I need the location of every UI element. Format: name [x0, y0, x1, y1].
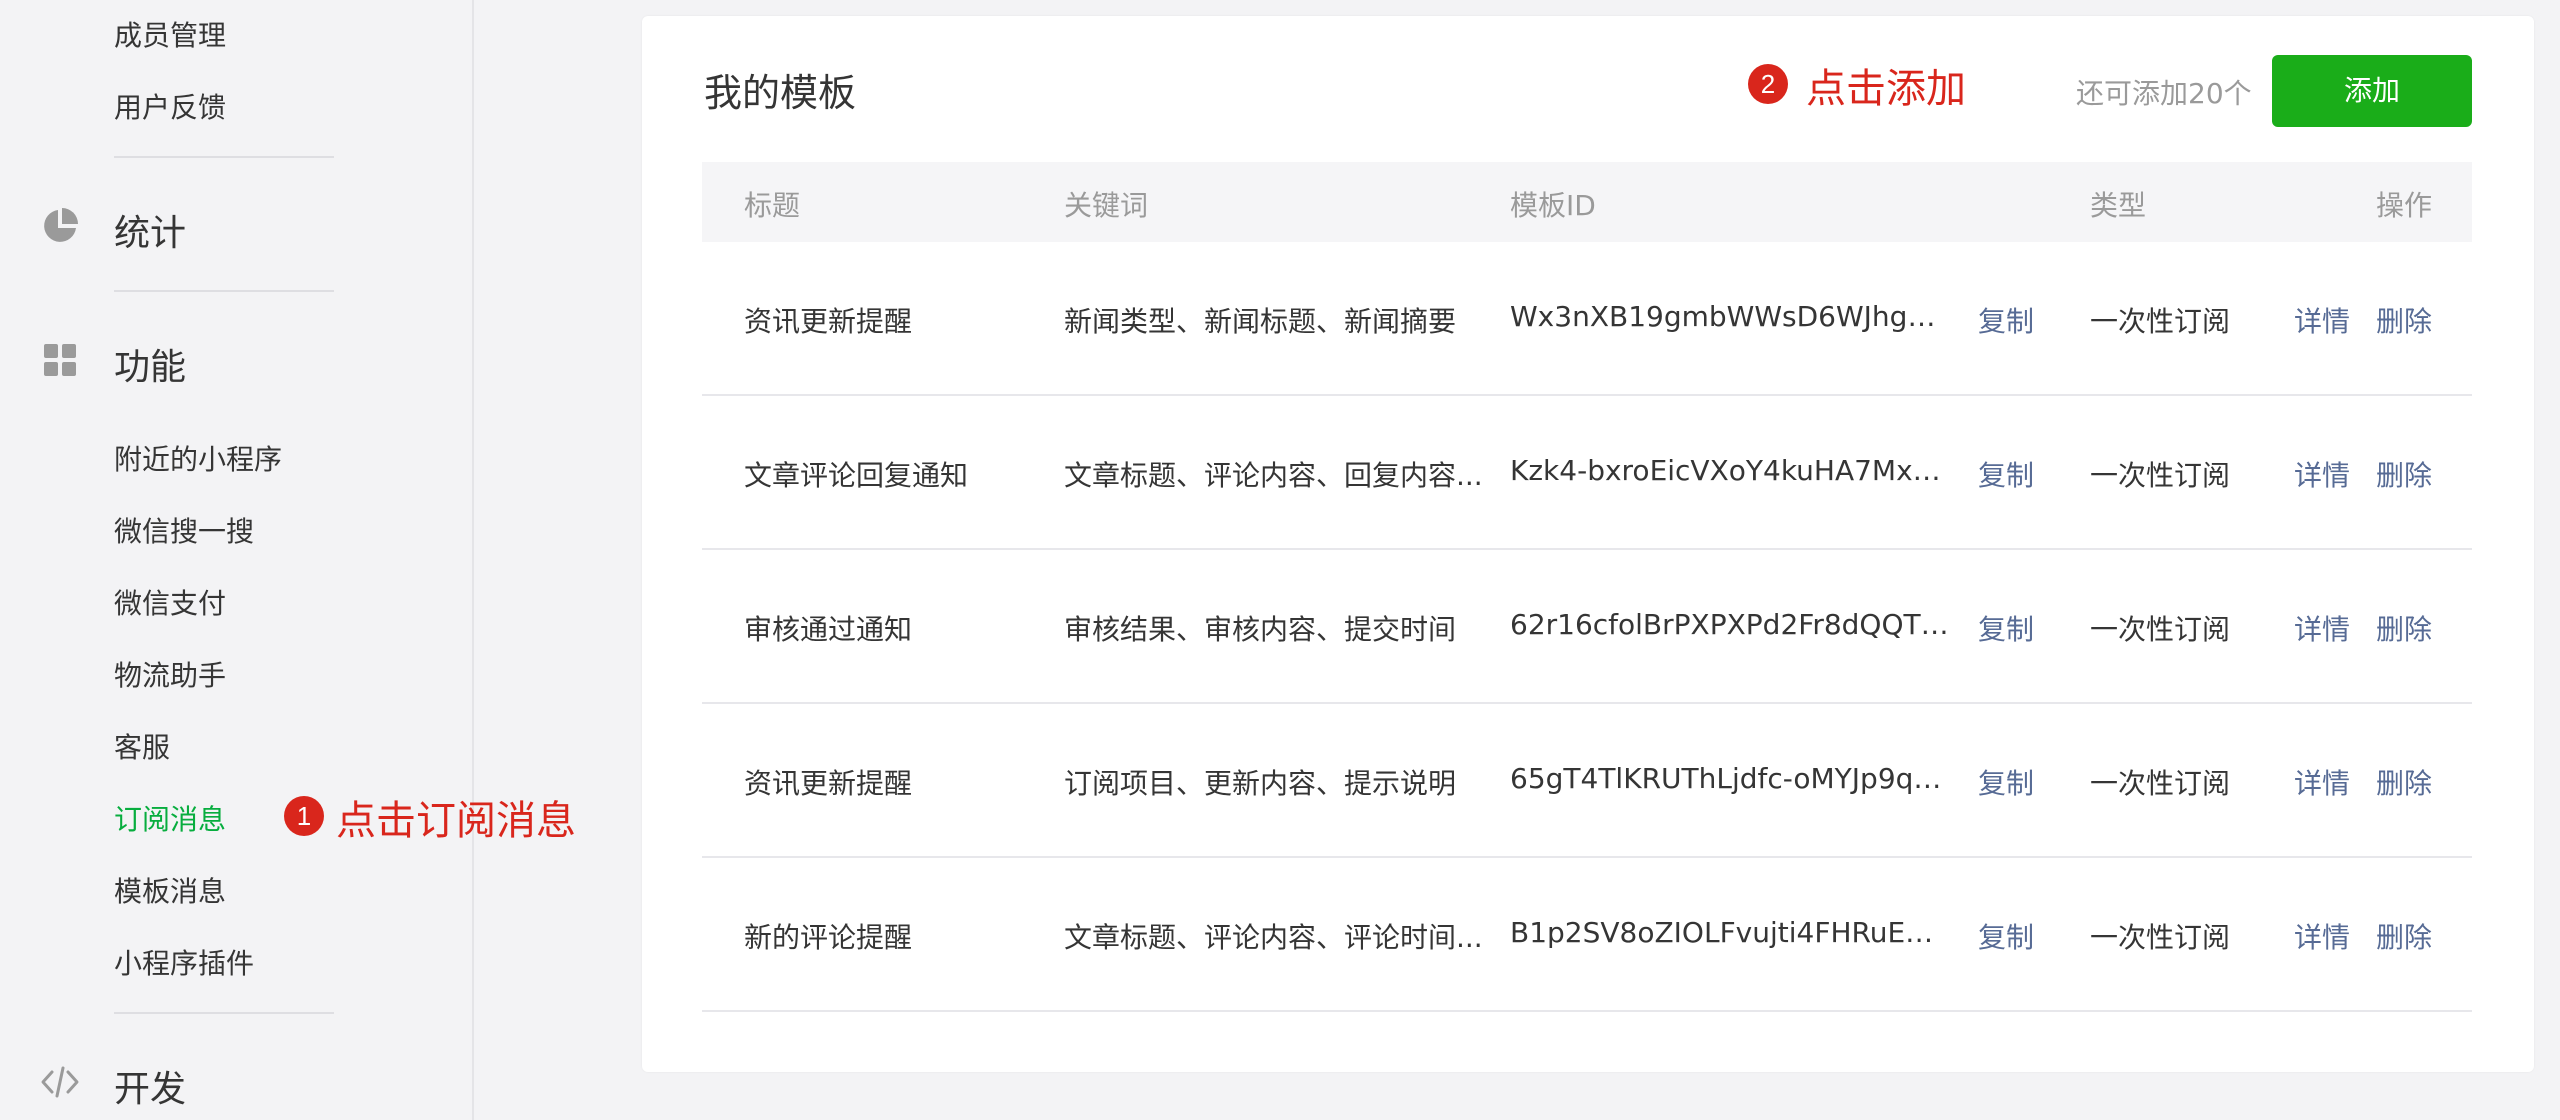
sidebar-group-stats[interactable]: 统计 — [0, 196, 470, 256]
annotation-step-1-text: 点击订阅消息 — [336, 798, 576, 844]
table-row: 新的评论提醒 文章标题、评论内容、评论时间... B1p2SV8oZIOLFvu… — [702, 858, 2472, 1012]
cell-type: 一次性订阅 — [2090, 459, 2231, 492]
cell-keywords: 新闻类型、新闻标题、新闻摘要 — [1064, 305, 1457, 338]
cell-type: 一次性订阅 — [2090, 767, 2231, 800]
sidebar-item-customer-service[interactable]: 客服 — [114, 726, 170, 766]
add-button[interactable]: 添加 — [2272, 55, 2472, 127]
quota-text: 还可添加20个 — [2076, 77, 2252, 110]
cell-keywords: 审核结果、审核内容、提交时间 — [1064, 613, 1457, 646]
cell-type: 一次性订阅 — [2090, 921, 2231, 954]
sidebar-item-feedback[interactable]: 用户反馈 — [114, 86, 226, 126]
pie-chart-icon — [44, 208, 78, 242]
column-header-title: 标题 — [744, 189, 801, 222]
cell-template-id: Wx3nXB19gmbWWsD6WJhgG-... — [1510, 300, 1950, 333]
copy-link[interactable]: 复制 — [1978, 916, 2034, 956]
sidebar-group-dev[interactable]: 开发 — [0, 1052, 470, 1112]
delete-link[interactable]: 删除 — [2376, 300, 2432, 340]
delete-link[interactable]: 删除 — [2376, 916, 2432, 956]
table-header: 标题 关键词 模板ID 类型 操作 — [702, 162, 2472, 242]
table-row: 资讯更新提醒 新闻类型、新闻标题、新闻摘要 Wx3nXB19gmbWWsD6WJ… — [702, 242, 2472, 396]
sidebar-group-label: 功能 — [114, 347, 187, 388]
cell-template-id: 65gT4TlKRUThLjdfc-oMYJp9qk... — [1510, 762, 1950, 795]
detail-link[interactable]: 详情 — [2294, 916, 2350, 956]
grid-icon — [44, 344, 76, 376]
cell-keywords: 文章标题、评论内容、回复内容... — [1064, 459, 1483, 492]
copy-link[interactable]: 复制 — [1978, 762, 2034, 802]
sidebar-divider — [114, 1012, 334, 1014]
table-row: 审核通过通知 审核结果、审核内容、提交时间 62r16cfolBrPXPXPd2… — [702, 550, 2472, 704]
cell-title: 文章评论回复通知 — [744, 459, 969, 492]
code-icon — [41, 1066, 79, 1098]
sidebar-item-wechat-search[interactable]: 微信搜一搜 — [114, 510, 254, 550]
cell-title: 资讯更新提醒 — [744, 767, 913, 800]
sidebar-group-features[interactable]: 功能 — [0, 330, 470, 390]
cell-template-id: 62r16cfolBrPXPXPd2Fr8dQQTjL... — [1510, 608, 1950, 641]
detail-link[interactable]: 详情 — [2294, 300, 2350, 340]
sidebar: 成员管理 用户反馈 统计 功能 附近的小程序 微信搜一搜 微信支付 物流助手 客… — [0, 0, 474, 1120]
sidebar-item-template-messages[interactable]: 模板消息 — [114, 870, 226, 910]
copy-link[interactable]: 复制 — [1978, 608, 2034, 648]
sidebar-divider — [114, 290, 334, 292]
cell-type: 一次性订阅 — [2090, 613, 2231, 646]
detail-link[interactable]: 详情 — [2294, 608, 2350, 648]
cell-keywords: 订阅项目、更新内容、提示说明 — [1064, 767, 1457, 800]
cell-template-id: B1p2SV8oZIOLFvujti4FHRuEOv... — [1510, 916, 1950, 949]
detail-link[interactable]: 详情 — [2294, 454, 2350, 494]
cell-title: 资讯更新提醒 — [744, 305, 913, 338]
cell-keywords: 文章标题、评论内容、评论时间... — [1064, 921, 1483, 954]
sidebar-group-label: 统计 — [114, 213, 187, 254]
annotation-step-1-badge: 1 — [284, 796, 324, 836]
cell-title: 审核通过通知 — [744, 613, 913, 646]
sidebar-item-logistics[interactable]: 物流助手 — [114, 654, 226, 694]
copy-link[interactable]: 复制 — [1978, 300, 2034, 340]
table-row: 文章评论回复通知 文章标题、评论内容、回复内容... Kzk4-bxroEicV… — [702, 396, 2472, 550]
column-header-actions: 操作 — [2376, 189, 2433, 222]
detail-link[interactable]: 详情 — [2294, 762, 2350, 802]
templates-card: 我的模板 2 点击添加 还可添加20个 添加 标题 关键词 模板ID 类型 操作… — [642, 16, 2534, 1072]
sidebar-group-label: 开发 — [114, 1069, 187, 1110]
annotation-step-2-badge: 2 — [1748, 64, 1788, 104]
delete-link[interactable]: 删除 — [2376, 454, 2432, 494]
column-header-type: 类型 — [2090, 189, 2147, 222]
sidebar-item-plugins[interactable]: 小程序插件 — [114, 942, 254, 982]
column-header-keywords: 关键词 — [1064, 189, 1149, 222]
copy-link[interactable]: 复制 — [1978, 454, 2034, 494]
sidebar-item-subscription-messages[interactable]: 订阅消息 — [114, 798, 226, 838]
column-header-template-id: 模板ID — [1510, 189, 1596, 222]
page-title: 我的模板 — [704, 71, 857, 115]
table-row: 资讯更新提醒 订阅项目、更新内容、提示说明 65gT4TlKRUThLjdfc-… — [702, 704, 2472, 858]
sidebar-item-members[interactable]: 成员管理 — [114, 14, 226, 54]
annotation-step-2-text: 点击添加 — [1806, 66, 1966, 112]
cell-type: 一次性订阅 — [2090, 305, 2231, 338]
sidebar-item-wechat-pay[interactable]: 微信支付 — [114, 582, 226, 622]
sidebar-divider — [114, 156, 334, 158]
sidebar-item-nearby[interactable]: 附近的小程序 — [114, 438, 282, 478]
cell-title: 新的评论提醒 — [744, 921, 913, 954]
cell-template-id: Kzk4-bxroEicVXoY4kuHA7Mx37... — [1510, 454, 1950, 487]
delete-link[interactable]: 删除 — [2376, 608, 2432, 648]
delete-link[interactable]: 删除 — [2376, 762, 2432, 802]
